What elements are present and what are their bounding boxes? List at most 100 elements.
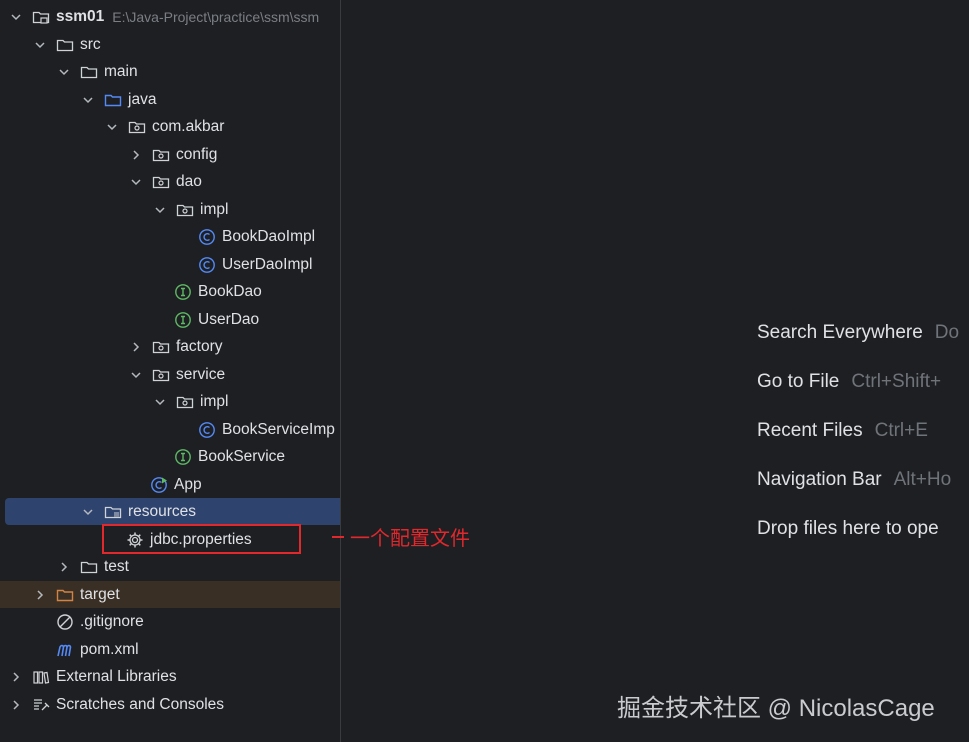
chevron-right-icon[interactable] xyxy=(58,561,70,573)
tree-label: pom.xml xyxy=(80,640,139,658)
tree-node-ssm01[interactable]: ssm01 E:\Java-Project\practice\ssm\ssm xyxy=(0,3,340,30)
annotation-text: 一个配置文件 xyxy=(350,528,470,550)
tree-node-pom-xml[interactable]: pom.xml xyxy=(0,636,340,663)
maven-icon xyxy=(56,641,74,659)
tree-label: External Libraries xyxy=(56,667,177,685)
chevron-down-icon[interactable] xyxy=(82,94,94,106)
package-icon xyxy=(152,173,170,191)
module-folder-icon xyxy=(32,8,50,26)
tree-node-app[interactable]: App xyxy=(0,471,340,498)
tree-node-service[interactable]: service xyxy=(0,361,340,388)
package-icon xyxy=(176,393,194,411)
resources-folder-icon xyxy=(104,503,122,521)
tree-node-gitignore[interactable]: .gitignore xyxy=(0,608,340,635)
chevron-down-icon[interactable] xyxy=(10,11,22,23)
tree-node-bookdaoimpl[interactable]: BookDaoImpl xyxy=(0,223,340,250)
package-icon xyxy=(152,338,170,356)
tree-label: BookDaoImpl xyxy=(222,227,316,245)
tree-label: dao xyxy=(176,172,202,190)
hint-label: Search Everywhere xyxy=(757,322,923,343)
tree-label: UserDao xyxy=(198,310,260,328)
tree-node-bookservice[interactable]: BookService xyxy=(0,443,340,470)
tree-label: com.akbar xyxy=(152,117,225,135)
tree-node-bookdao[interactable]: BookDao xyxy=(0,278,340,305)
hint-label: Go to File xyxy=(757,371,840,392)
folder-icon xyxy=(80,63,98,81)
tree-node-external-libraries[interactable]: External Libraries xyxy=(0,663,340,690)
tree-label: App xyxy=(174,475,202,493)
tree-label: target xyxy=(80,585,120,603)
tree-node-userdao[interactable]: UserDao xyxy=(0,306,340,333)
tree-node-userdaoimpl[interactable]: UserDaoImpl xyxy=(0,251,340,278)
tree-node-main[interactable]: main xyxy=(0,58,340,85)
annotation-callout: 一个配置文件 xyxy=(332,522,470,551)
hint-label: Navigation Bar xyxy=(757,469,882,490)
editor-empty-state: Search Everywhere Do Go to File Ctrl+Shi… xyxy=(757,322,959,567)
tree-node-target[interactable]: target xyxy=(0,581,340,608)
tree-label: Scratches and Consoles xyxy=(56,695,225,713)
navigation-bar-hint[interactable]: Navigation Bar Alt+Ho xyxy=(757,469,959,518)
recent-files-hint[interactable]: Recent Files Ctrl+E xyxy=(757,420,959,469)
tree-label: service xyxy=(176,365,226,383)
chevron-down-icon[interactable] xyxy=(154,396,166,408)
tree-node-src[interactable]: src xyxy=(0,31,340,58)
tree-label: BookDao xyxy=(198,282,262,300)
tree-node-config[interactable]: config xyxy=(0,141,340,168)
tree-label: test xyxy=(104,557,129,575)
tree-label: java xyxy=(128,90,157,108)
tree-node-service-impl[interactable]: impl xyxy=(0,388,340,415)
chevron-down-icon[interactable] xyxy=(130,369,142,381)
package-icon xyxy=(176,201,194,219)
class-icon xyxy=(198,228,216,246)
interface-icon xyxy=(174,448,192,466)
annotation-highlight-box xyxy=(102,524,301,554)
package-icon xyxy=(128,118,146,136)
class-icon xyxy=(198,421,216,439)
tree-label: impl xyxy=(200,392,229,410)
tree-node-factory[interactable]: factory xyxy=(0,333,340,360)
source-folder-icon xyxy=(104,91,122,109)
tree-label: resources xyxy=(128,502,197,520)
chevron-down-icon[interactable] xyxy=(130,176,142,188)
scratches-icon xyxy=(32,696,50,714)
hint-shortcut: Alt+Ho xyxy=(893,469,952,490)
chevron-right-icon[interactable] xyxy=(130,341,142,353)
tree-label: BookServiceImp xyxy=(222,420,335,438)
package-icon xyxy=(152,366,170,384)
interface-icon xyxy=(174,283,192,301)
drop-files-hint: Drop files here to ope xyxy=(757,518,959,567)
folder-icon xyxy=(80,558,98,576)
chevron-down-icon[interactable] xyxy=(34,39,46,51)
interface-icon xyxy=(174,311,192,329)
chevron-right-icon[interactable] xyxy=(130,149,142,161)
chevron-down-icon[interactable] xyxy=(58,66,70,78)
runnable-class-icon xyxy=(150,476,168,494)
tree-label: factory xyxy=(176,337,223,355)
tree-node-scratches[interactable]: Scratches and Consoles xyxy=(0,691,340,718)
tree-node-dao[interactable]: dao xyxy=(0,168,340,195)
tree-node-bookserviceimpl[interactable]: BookServiceImp xyxy=(0,416,340,443)
tree-label: src xyxy=(80,35,101,53)
tree-node-resources[interactable]: resources xyxy=(0,498,340,525)
tree-node-test[interactable]: test xyxy=(0,553,340,580)
ignore-file-icon xyxy=(56,613,74,631)
tree-node-java[interactable]: java xyxy=(0,86,340,113)
chevron-right-icon[interactable] xyxy=(10,699,22,711)
search-everywhere-hint[interactable]: Search Everywhere Do xyxy=(757,322,959,371)
chevron-right-icon[interactable] xyxy=(34,589,46,601)
hint-label: Drop files here to ope xyxy=(757,518,939,539)
tree-node-dao-impl[interactable]: impl xyxy=(0,196,340,223)
tree-node-com-akbar[interactable]: com.akbar xyxy=(0,113,340,140)
hint-shortcut: Do xyxy=(934,322,960,343)
chevron-down-icon[interactable] xyxy=(106,121,118,133)
chevron-right-icon[interactable] xyxy=(10,671,22,683)
go-to-file-hint[interactable]: Go to File Ctrl+Shift+ xyxy=(757,371,959,420)
hint-shortcut: Ctrl+E xyxy=(874,420,928,441)
tree-label: impl xyxy=(200,200,229,218)
project-name: ssm01 xyxy=(56,7,105,25)
tree-label: .gitignore xyxy=(80,612,144,630)
project-tree: ssm01 E:\Java-Project\practice\ssm\ssm s… xyxy=(0,0,341,742)
chevron-down-icon[interactable] xyxy=(154,204,166,216)
chevron-down-icon[interactable] xyxy=(82,506,94,518)
excluded-folder-icon xyxy=(56,586,74,604)
